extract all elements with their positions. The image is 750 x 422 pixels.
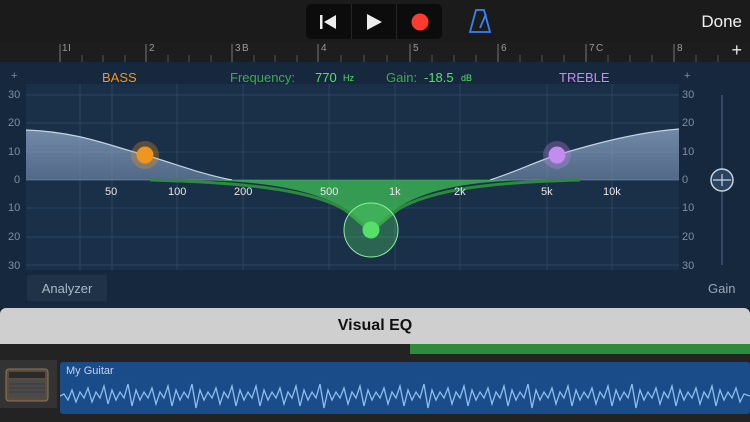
ruler-ticks <box>59 44 719 62</box>
bass-label: BASS <box>102 70 137 85</box>
ruler-mark-4: 4 <box>321 43 327 54</box>
mid-handle[interactable] <box>343 202 399 258</box>
freq-label: 50 <box>105 186 118 198</box>
gain-value: -18.5 <box>424 70 454 85</box>
gain-label: Gain: <box>386 70 418 85</box>
ruler-mark-7: 7 <box>589 43 595 54</box>
ruler-mark-8: 8 <box>677 43 683 54</box>
db-label: 10 <box>8 146 21 158</box>
visual-eq-panel: + + 30 20 10 0 10 20 30 30 20 10 0 10 20… <box>0 62 750 308</box>
freq-label: 2k <box>454 186 466 198</box>
transport-controls <box>306 4 442 39</box>
analyzer-button[interactable]: Analyzer <box>27 275 107 301</box>
eq-graph[interactable] <box>0 62 750 308</box>
play-button[interactable] <box>352 4 398 39</box>
db-label: 20 <box>8 231 21 243</box>
treble-label: TREBLE <box>559 70 610 85</box>
tracks-area: My Guitar <box>0 344 750 422</box>
add-track-button[interactable]: + <box>731 40 742 61</box>
db-label: 20 <box>682 117 695 129</box>
gain-slider-knob[interactable] <box>710 168 734 192</box>
ruler-mark-3: 3 <box>235 43 241 54</box>
freq-label: 200 <box>234 186 253 198</box>
treble-handle[interactable] <box>543 141 571 169</box>
ruler-mark-6: 6 <box>501 43 507 54</box>
bass-handle[interactable] <box>131 141 159 169</box>
record-icon <box>411 13 429 30</box>
db-label: 10 <box>682 146 695 158</box>
metronome-button[interactable] <box>467 8 493 34</box>
ruler-section-label: C <box>596 43 604 54</box>
ruler-section-label: B <box>242 43 249 54</box>
ruler-mark-1: 1 <box>62 43 68 54</box>
db-label: 30 <box>682 89 695 101</box>
record-button[interactable] <box>397 4 442 39</box>
add-right-button[interactable]: + <box>684 70 690 82</box>
track-header[interactable] <box>0 360 57 408</box>
track-region[interactable] <box>410 344 750 354</box>
panel-title[interactable]: Visual EQ <box>0 308 750 344</box>
freq-label: 10k <box>603 186 621 198</box>
skip-back-icon <box>320 14 337 29</box>
add-left-button[interactable]: + <box>11 70 17 82</box>
db-label: 20 <box>8 117 21 129</box>
db-label: 30 <box>682 260 695 272</box>
frequency-label: Frequency: <box>230 70 296 85</box>
db-label: 20 <box>682 231 695 243</box>
ruler-mark-2: 2 <box>149 43 155 54</box>
amplifier-icon <box>5 368 49 402</box>
freq-label: 100 <box>168 186 187 198</box>
db-label: 10 <box>8 202 21 214</box>
top-toolbar: Done <box>0 0 750 42</box>
play-icon <box>367 13 382 30</box>
gain-unit: dB <box>461 73 473 83</box>
db-label: 0 <box>14 174 21 186</box>
db-label: 0 <box>682 174 689 186</box>
ruler-section-label: I <box>68 43 71 54</box>
gain-slider-label: Gain <box>708 281 736 296</box>
ruler-mark-5: 5 <box>413 43 419 54</box>
freq-label: 1k <box>389 186 401 198</box>
metronome-icon <box>468 9 492 33</box>
db-label: 10 <box>682 202 695 214</box>
waveform <box>60 383 750 409</box>
freq-label: 500 <box>320 186 339 198</box>
frequency-value: 770 <box>315 70 337 85</box>
skip-back-button[interactable] <box>306 4 352 39</box>
freq-label: 5k <box>541 186 553 198</box>
timeline-ruler[interactable]: 1 I 2 3 B 4 5 6 7 C 8 + <box>0 40 750 63</box>
frequency-unit: Hz <box>343 73 354 83</box>
audio-region[interactable]: My Guitar <box>60 362 750 414</box>
db-label: 30 <box>8 89 21 101</box>
db-label: 30 <box>8 260 21 272</box>
done-button[interactable]: Done <box>701 12 742 32</box>
